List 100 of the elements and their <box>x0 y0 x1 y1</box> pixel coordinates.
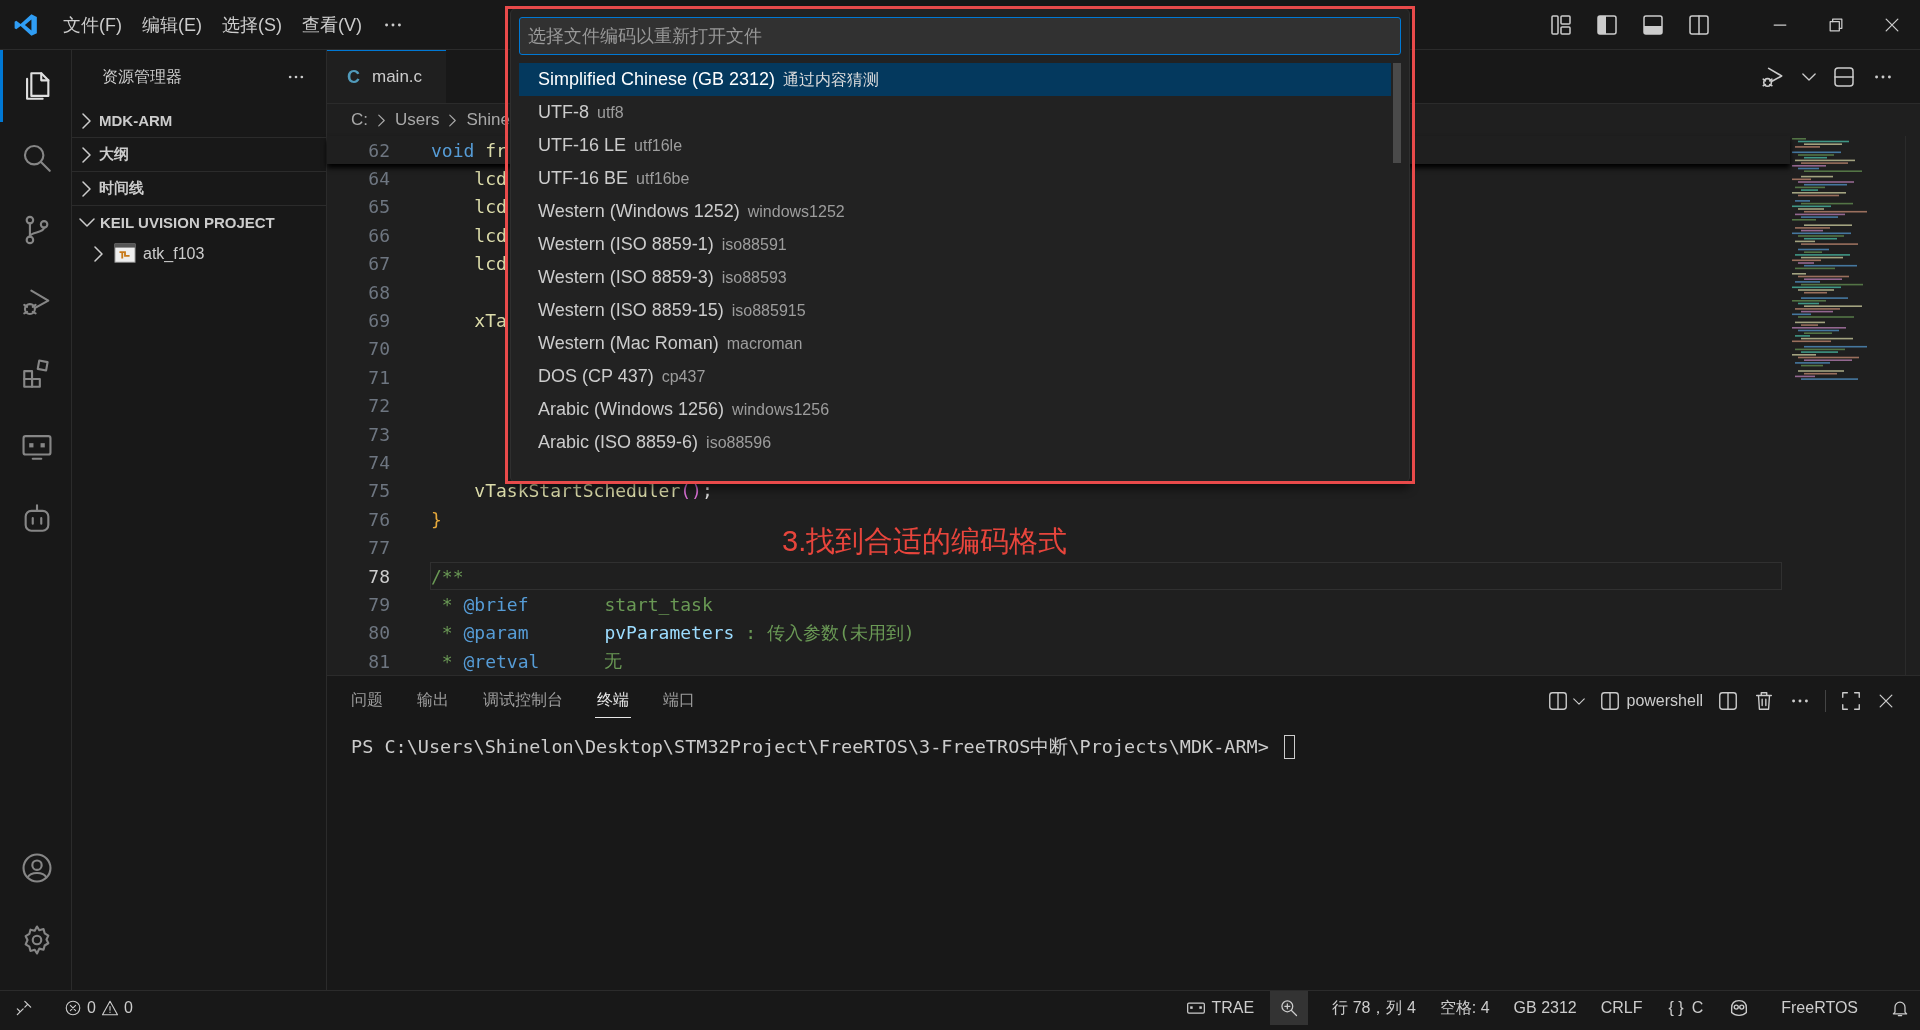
code-token: : 传入参数(未用到) <box>744 620 915 645</box>
panel-tab[interactable]: 输出 <box>415 684 451 719</box>
encoding-option[interactable]: Western (ISO 8859-1) iso88591 <box>519 228 1391 261</box>
code-token: pvParameters <box>603 622 735 644</box>
chevron-down-icon[interactable] <box>1802 72 1816 81</box>
terminal-selector[interactable]: powershell <box>1598 690 1703 713</box>
split-editor-icon[interactable] <box>1832 64 1856 89</box>
panel-tab[interactable]: 端口 <box>661 684 697 719</box>
panel-tab[interactable]: 终端 <box>595 684 631 719</box>
sidebar-title: 资源管理器 <box>102 66 182 87</box>
error-icon <box>64 999 82 1018</box>
code-token: fr <box>484 139 507 161</box>
code-token: * <box>440 593 454 615</box>
language-mode[interactable]: { } C <box>1668 999 1704 1018</box>
encoding-option[interactable]: Western (ISO 8859-15) iso885915 <box>519 294 1391 327</box>
trash-icon[interactable] <box>1753 690 1775 713</box>
code-token: vTaskStartScheduler <box>473 480 681 502</box>
menu-item[interactable]: 文件(F) <box>53 8 132 41</box>
code-token: void <box>431 139 475 161</box>
line-number: 65 <box>367 196 391 218</box>
code-token: lcd <box>473 224 507 246</box>
tree-item[interactable]: atk_f103 <box>72 239 326 269</box>
zoom-in-icon[interactable] <box>1279 998 1300 1019</box>
line-number: 69 <box>367 310 391 332</box>
freertos-status[interactable]: FreeRTOS <box>1781 999 1858 1018</box>
encoding-option[interactable]: UTF-16 LE utf16le <box>519 129 1391 162</box>
chevron-right-icon <box>378 113 385 127</box>
panel-tab[interactable]: 调试控制台 <box>481 684 565 719</box>
section-header[interactable]: KEIL UVISION PROJECT <box>72 205 326 239</box>
terminal-split-icon <box>1598 690 1621 713</box>
menu-item[interactable]: 编辑(E) <box>132 8 212 41</box>
project-icon <box>113 243 137 265</box>
primary-sidebar-icon[interactable] <box>1595 12 1619 37</box>
section-header[interactable]: 时间线 <box>72 171 326 205</box>
line-number: 73 <box>367 423 391 445</box>
line-number: 75 <box>367 480 391 502</box>
encoding-option[interactable]: Arabic (ISO 8859-6) iso88596 <box>519 426 1391 459</box>
code-token: @brief <box>463 593 529 615</box>
encoding-option[interactable]: UTF-16 BE utf16be <box>519 162 1391 195</box>
encoding-option[interactable]: Western (Windows 1252) windows1252 <box>519 195 1391 228</box>
panel-icon[interactable] <box>1641 12 1665 37</box>
line-number: 76 <box>367 508 391 530</box>
code-token: /** <box>431 565 464 587</box>
code-token: start_task <box>603 593 713 615</box>
line-number: 67 <box>367 253 391 275</box>
line-number: 68 <box>367 281 391 303</box>
section-header[interactable]: MDK-ARM <box>72 104 326 137</box>
breadcrumb-item[interactable]: C: <box>351 110 368 130</box>
line-number: 81 <box>367 650 391 672</box>
secondary-sidebar-icon[interactable] <box>1687 12 1711 37</box>
chevron-down-icon[interactable] <box>1572 697 1585 705</box>
line-number: 74 <box>367 452 391 473</box>
section-header[interactable]: 大纲 <box>72 137 326 171</box>
split-terminal-icon[interactable] <box>1546 690 1569 713</box>
annotation-text: 3.找到合适的编码格式 <box>782 524 1068 559</box>
cursor-position[interactable]: 行 78，列 4 <box>1332 997 1416 1019</box>
line-number: 77 <box>367 537 391 559</box>
code-token: lcd <box>473 196 507 218</box>
encoding[interactable]: GB 2312 <box>1513 999 1577 1018</box>
maximize-icon[interactable] <box>1840 690 1862 713</box>
code-token: } <box>431 508 442 530</box>
code-token: * <box>440 650 454 672</box>
chevron-right-icon <box>449 113 457 127</box>
vscode-logo <box>13 11 39 38</box>
code-token: ; <box>701 480 713 502</box>
line-number: 79 <box>367 593 391 615</box>
line-number: 71 <box>367 366 391 388</box>
trae-status[interactable]: TRAE <box>1185 998 1255 1019</box>
menu-item[interactable]: 选择(S) <box>212 8 292 41</box>
encoding-option[interactable]: Western (ISO 8859-3) iso88593 <box>519 261 1391 294</box>
code-token: xTa <box>473 310 507 332</box>
line-ending[interactable]: CRLF <box>1600 999 1643 1018</box>
breadcrumb-item[interactable]: Users <box>395 110 440 130</box>
error-count: 0 <box>87 999 96 1018</box>
line-number: 78 <box>367 565 391 587</box>
split-icon[interactable] <box>1717 690 1739 713</box>
indentation[interactable]: 空格: 4 <box>1439 997 1490 1019</box>
terminal-cursor <box>1284 734 1296 759</box>
editor-tab[interactable]: C main.c <box>327 50 447 103</box>
menu-item[interactable]: 查看(V) <box>292 8 372 41</box>
encoding-option[interactable]: UTF-8 utf8 <box>519 96 1391 129</box>
line-number: 80 <box>367 622 391 644</box>
code-token: @param <box>463 622 529 644</box>
encoding-option[interactable]: Simplified Chinese (GB 2312) 通过内容猜测 <box>519 63 1391 96</box>
scrollbar[interactable] <box>1393 63 1401 163</box>
panel-tab[interactable]: 问题 <box>349 684 385 719</box>
problems-indicator[interactable]: 0 0 <box>64 999 133 1018</box>
encoding-option[interactable]: Western (Mac Roman) macroman <box>519 327 1391 360</box>
line-number: 62 <box>367 139 391 161</box>
code-token: * <box>440 622 454 644</box>
encoding-option[interactable]: Arabic (Windows 1256) windows1256 <box>519 393 1391 426</box>
tab-label: main.c <box>372 67 423 87</box>
layout-icon[interactable] <box>1549 12 1573 37</box>
line-number: 64 <box>367 168 391 190</box>
warning-count: 0 <box>123 999 133 1018</box>
encoding-search-field[interactable]: 选择文件编码以重新打开文件 <box>519 17 1401 55</box>
c-file-icon: C <box>347 66 360 88</box>
terminal-prompt: PS C:\Users\Shinelon\Desktop\STM32Project\FreeRTOS\3-FreeTROS中断\Projects\MDK-ARM> <box>351 735 1270 760</box>
warning-icon <box>100 999 119 1018</box>
encoding-option[interactable]: DOS (CP 437) cp437 <box>519 360 1391 393</box>
